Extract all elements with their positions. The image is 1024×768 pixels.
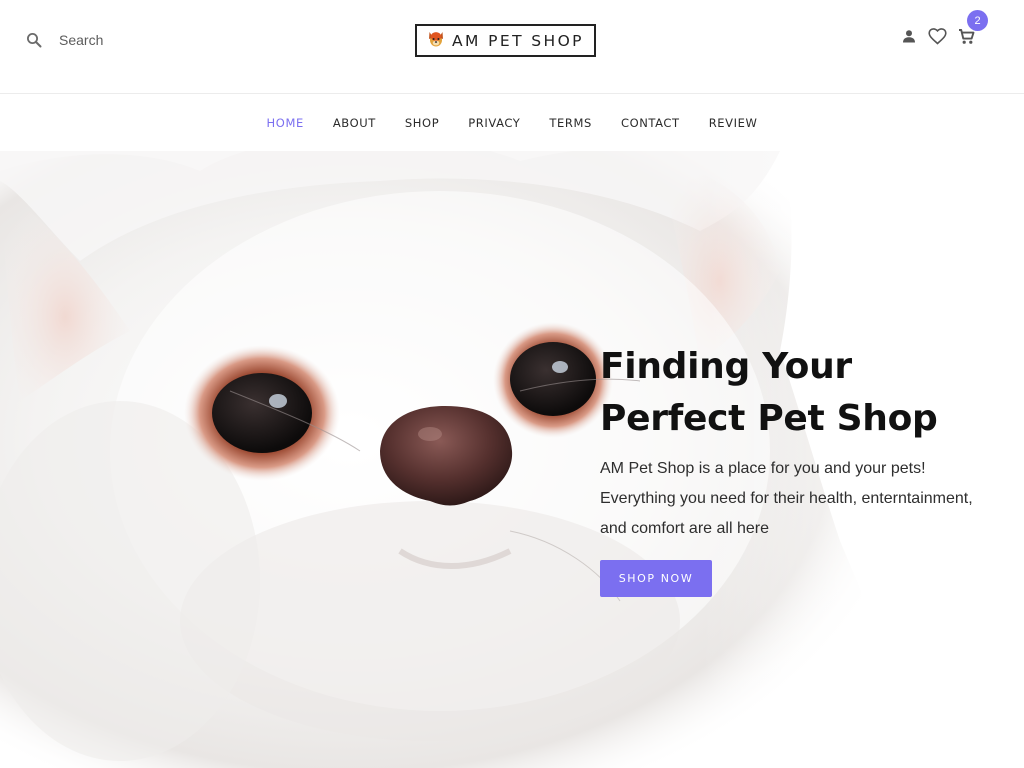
hero-description-line: and comfort are all here bbox=[600, 520, 769, 537]
site-header: AM PET SHOP 2 bbox=[0, 0, 1024, 94]
nav-item-contact[interactable]: CONTACT bbox=[621, 116, 680, 130]
hero-title: Finding Your Perfect Pet Shop bbox=[600, 341, 1010, 445]
nav-item-privacy[interactable]: PRIVACY bbox=[468, 116, 520, 130]
nav-item-home[interactable]: HOME bbox=[267, 116, 304, 130]
shop-now-button[interactable]: SHOP NOW bbox=[600, 560, 712, 597]
cart-icon[interactable] bbox=[958, 28, 975, 50]
logo-text: AM PET SHOP bbox=[452, 31, 584, 50]
hero-title-line: Finding Your bbox=[600, 346, 852, 387]
hero-description-line: AM Pet Shop is a place for you and your … bbox=[600, 460, 926, 477]
hero-description: AM Pet Shop is a place for you and your … bbox=[600, 454, 1010, 544]
hero-title-line: Perfect Pet Shop bbox=[600, 398, 938, 439]
search-input[interactable] bbox=[59, 32, 169, 48]
search-bar[interactable] bbox=[26, 29, 169, 51]
nav-item-terms[interactable]: TERMS bbox=[549, 116, 592, 130]
nav-item-shop[interactable]: SHOP bbox=[405, 116, 439, 130]
search-icon[interactable] bbox=[26, 32, 42, 48]
hero-description-line: Everything you need for their health, en… bbox=[600, 490, 973, 507]
main-nav: HOME ABOUT SHOP PRIVACY TERMS CONTACT RE… bbox=[0, 95, 1024, 151]
hero-banner: Finding Your Perfect Pet Shop AM Pet Sho… bbox=[0, 151, 1024, 768]
dog-face-icon bbox=[427, 28, 445, 53]
cart-count-badge: 2 bbox=[967, 10, 988, 31]
site-logo[interactable]: AM PET SHOP bbox=[415, 24, 596, 57]
heart-icon[interactable] bbox=[928, 28, 947, 50]
person-icon[interactable] bbox=[902, 29, 916, 49]
hero-content: Finding Your Perfect Pet Shop AM Pet Sho… bbox=[600, 341, 1010, 597]
nav-item-about[interactable]: ABOUT bbox=[333, 116, 376, 130]
nav-item-review[interactable]: REVIEW bbox=[709, 116, 758, 130]
